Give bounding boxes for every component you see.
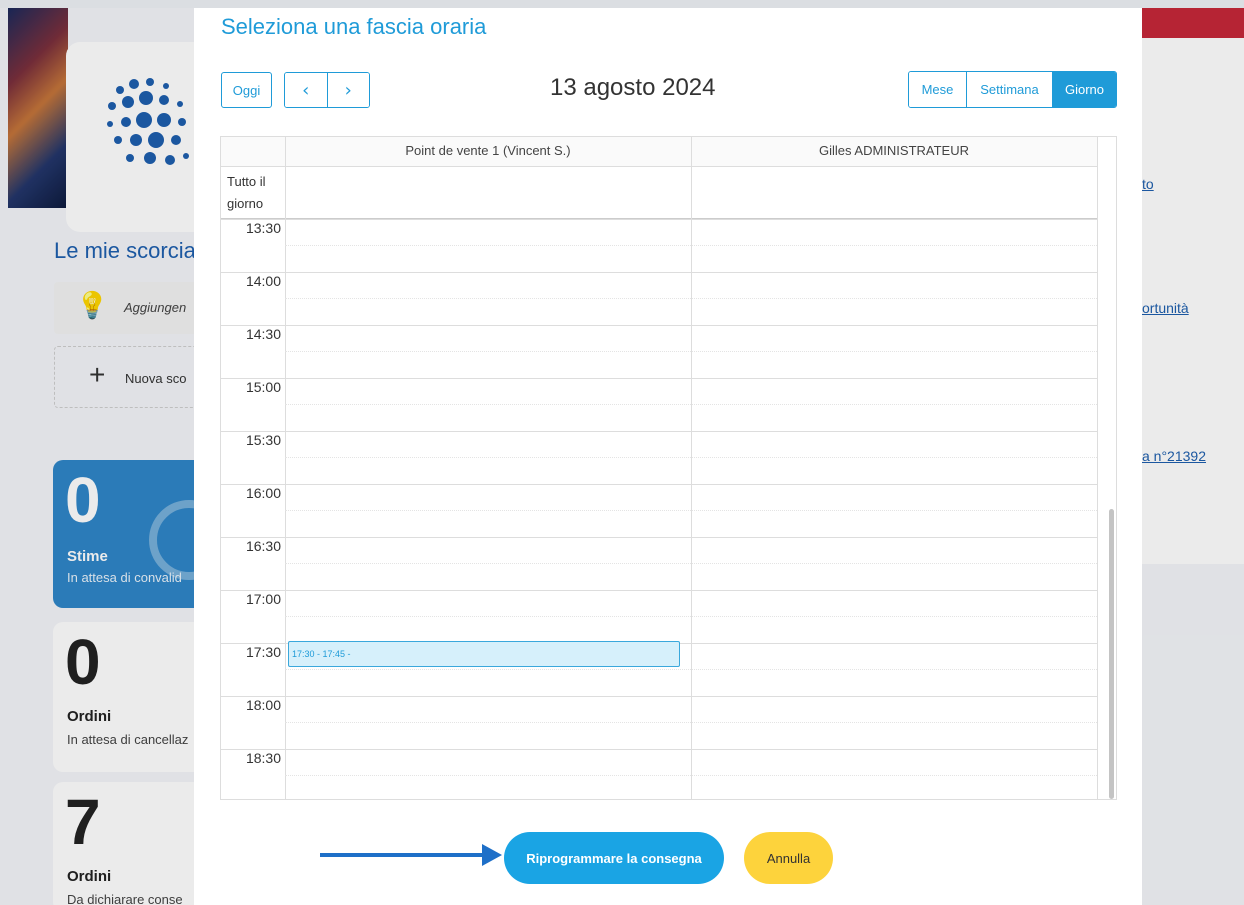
calendar-grid: Point de vente 1 (Vincent S.) Gilles ADM… [220, 136, 1117, 800]
time-label: 17:00 [245, 591, 281, 607]
time-label: 15:30 [245, 432, 281, 448]
modal-title: Seleziona una fascia oraria [221, 14, 487, 39]
view-week-button[interactable]: Settimana [966, 72, 1052, 107]
slot-line [221, 325, 1097, 326]
arrow-head-icon [482, 844, 502, 866]
half-slot-line [285, 404, 1097, 405]
slot-line [221, 590, 1097, 591]
half-slot-line [285, 775, 1097, 776]
resource-header-1: Point de vente 1 (Vincent S.) [285, 137, 691, 167]
slot-line [221, 219, 1097, 220]
all-day-label-line2: giorno [227, 196, 264, 211]
half-slot-line [285, 722, 1097, 723]
time-label: 18:00 [245, 697, 281, 713]
time-label: 17:30 [245, 644, 281, 660]
timeslot-modal: Seleziona una fascia oraria Oggi ‹ › 13 … [194, 8, 1142, 905]
time-label: 14:00 [245, 273, 281, 289]
prev-day-button[interactable]: ‹ [285, 73, 327, 107]
slot-line [221, 378, 1097, 379]
time-label: 14:30 [245, 326, 281, 342]
next-day-button[interactable]: › [326, 73, 369, 107]
half-slot-line [285, 510, 1097, 511]
cancel-button[interactable]: Annulla [744, 832, 833, 884]
reschedule-delivery-button[interactable]: Riprogrammare la consegna [504, 832, 724, 884]
slot-line [221, 431, 1097, 432]
arrow-annotation [320, 853, 490, 857]
view-month-button[interactable]: Mese [909, 72, 966, 107]
slot-line [221, 272, 1097, 273]
half-slot-line [285, 669, 1097, 670]
view-day-button[interactable]: Giorno [1052, 72, 1116, 107]
time-column-header [221, 137, 285, 167]
time-label: 16:30 [245, 538, 281, 554]
slot-line [221, 484, 1097, 485]
column-divider [691, 137, 692, 799]
column-divider [285, 137, 286, 799]
view-switcher: Mese Settimana Giorno [908, 71, 1117, 108]
column-divider [1097, 137, 1098, 799]
current-date: 13 agosto 2024 [550, 74, 716, 101]
calendar-scrollbar[interactable] [1109, 509, 1114, 799]
time-label: 18:30 [245, 750, 281, 766]
half-slot-line [285, 351, 1097, 352]
slot-line [221, 537, 1097, 538]
half-slot-line [285, 245, 1097, 246]
half-slot-line [285, 616, 1097, 617]
half-slot-line [285, 563, 1097, 564]
date-nav: ‹ › [284, 72, 370, 108]
slot-line [221, 696, 1097, 697]
slot-line [221, 749, 1097, 750]
all-day-label: Tutto il giorno [227, 171, 285, 215]
time-label: 13:30 [245, 220, 281, 236]
all-day-label-line1: Tutto il [227, 174, 266, 189]
resource-header-2: Gilles ADMINISTRATEUR [691, 137, 1097, 167]
calendar-event[interactable]: 17:30 - 17:45 - [288, 641, 680, 667]
half-slot-line [285, 298, 1097, 299]
time-label: 16:00 [245, 485, 281, 501]
time-label: 15:00 [245, 379, 281, 395]
today-button[interactable]: Oggi [221, 72, 272, 108]
half-slot-line [285, 457, 1097, 458]
